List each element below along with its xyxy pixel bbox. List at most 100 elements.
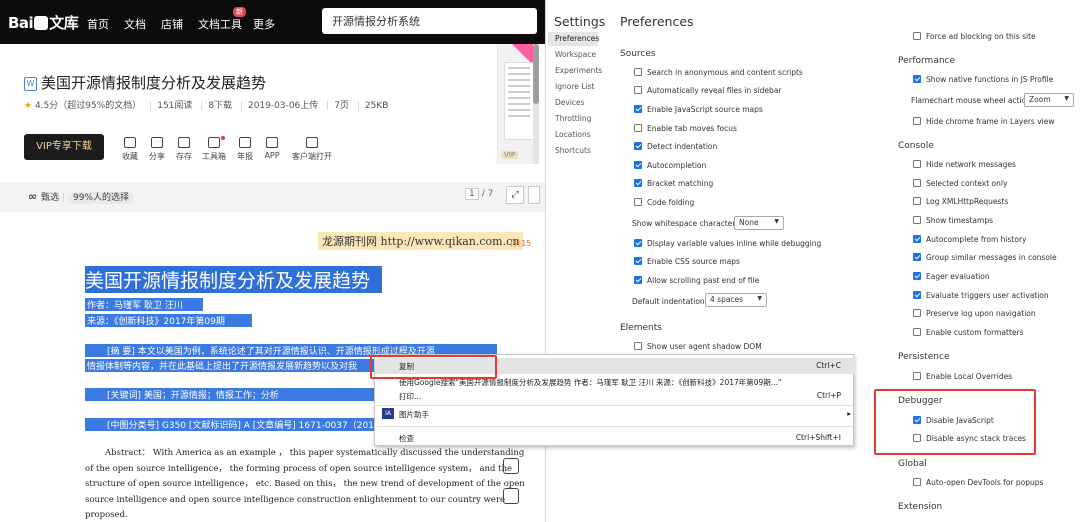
keywords: [关键词] 美国；开源情报；情报工作；分析 bbox=[85, 388, 375, 401]
checkbox-icon[interactable] bbox=[913, 328, 921, 336]
setting-checkbox[interactable]: Show timestamps bbox=[913, 215, 993, 227]
checkbox-icon[interactable] bbox=[913, 478, 921, 486]
app-button[interactable]: APP bbox=[252, 137, 292, 160]
checkbox-icon[interactable] bbox=[913, 197, 921, 205]
checkbox-icon[interactable] bbox=[913, 216, 921, 224]
setting-checkbox[interactable]: Enable JavaScript source maps bbox=[634, 104, 763, 116]
setting-checkbox[interactable]: Detect indentation bbox=[634, 141, 717, 153]
menu-item-inspect[interactable]: 检查 Ctrl+Shift+I bbox=[375, 430, 855, 446]
checkbox-icon[interactable] bbox=[634, 142, 642, 150]
report-icon bbox=[239, 137, 251, 148]
baidu-wenku-logo[interactable]: Bai 文库 bbox=[8, 12, 79, 33]
checkbox-icon[interactable] bbox=[913, 235, 921, 243]
side-panel-toggle[interactable] bbox=[528, 186, 540, 204]
settings-nav-preferences[interactable]: Preferences bbox=[548, 32, 599, 46]
checkbox-icon[interactable] bbox=[913, 75, 921, 83]
checkbox-icon[interactable] bbox=[913, 272, 921, 280]
checkbox-icon[interactable] bbox=[634, 179, 642, 187]
whitespace-select[interactable]: None ▼ bbox=[734, 216, 784, 230]
checkbox-icon[interactable] bbox=[634, 257, 642, 265]
setting-checkbox[interactable]: Group similar messages in console bbox=[913, 252, 1057, 264]
settings-nav-throttling[interactable]: Throttling bbox=[548, 112, 598, 126]
setting-checkbox[interactable]: Hide chrome frame in Layers view bbox=[913, 116, 1055, 128]
page-scrollbar[interactable] bbox=[533, 44, 539, 164]
whitespace-value: None bbox=[739, 218, 759, 227]
setting-checkbox[interactable]: Allow scrolling past end of file bbox=[634, 275, 759, 287]
setting-checkbox[interactable]: Show native functions in JS Profile bbox=[913, 74, 1053, 86]
settings-nav-workspace[interactable]: Workspace bbox=[548, 48, 598, 62]
menu-item-print[interactable]: 打印... Ctrl+P bbox=[375, 388, 855, 404]
setting-checkbox[interactable]: Hide network messages bbox=[913, 159, 1016, 171]
setting-checkbox[interactable]: Preserve log upon navigation bbox=[913, 308, 1036, 320]
debugger-highlight-box bbox=[874, 389, 1036, 455]
setting-checkbox[interactable]: Auto-open DevTools for popups bbox=[913, 477, 1043, 489]
setting-checkbox[interactable]: Selected context only bbox=[913, 178, 1007, 190]
setting-checkbox[interactable]: Search in anonymous and content scripts bbox=[634, 67, 803, 79]
settings-nav-ignore-list[interactable]: Ignore List bbox=[548, 80, 598, 94]
checkbox-icon[interactable] bbox=[913, 32, 921, 40]
setting-label: Auto-open DevTools for popups bbox=[926, 478, 1044, 487]
setting-checkbox[interactable]: Evaluate triggers user activation bbox=[913, 290, 1049, 302]
checkbox-icon[interactable] bbox=[913, 253, 921, 261]
open-client-button[interactable]: 客户端打开 bbox=[291, 137, 333, 162]
setting-checkbox[interactable]: Autocomplete from history bbox=[913, 234, 1026, 246]
setting-checkbox[interactable]: Automatically reveal files in sidebar bbox=[634, 85, 781, 97]
nav-item-more[interactable]: 更多 bbox=[253, 16, 275, 32]
settings-nav-locations[interactable]: Locations bbox=[548, 128, 598, 142]
search-input[interactable]: 开源情报分析系统 bbox=[322, 8, 537, 34]
comment-side-icon[interactable] bbox=[503, 488, 519, 504]
nav-item-home[interactable]: 首页 bbox=[87, 16, 109, 32]
setting-checkbox[interactable]: Enable Local Overrides bbox=[913, 371, 1012, 383]
setting-checkbox[interactable]: Enable tab moves focus bbox=[634, 123, 737, 135]
checkbox-icon[interactable] bbox=[913, 160, 921, 168]
nav-item-shop[interactable]: 店铺 bbox=[161, 16, 183, 32]
setting-checkbox[interactable]: Enable CSS source maps bbox=[634, 256, 740, 268]
settings-nav-devices[interactable]: Devices bbox=[548, 96, 598, 110]
setting-label: Enable custom formatters bbox=[926, 328, 1024, 337]
checkbox-icon[interactable] bbox=[634, 86, 642, 94]
setting-label: Eager evaluation bbox=[926, 272, 990, 281]
phone-icon bbox=[266, 137, 278, 148]
checkbox-icon[interactable] bbox=[634, 342, 642, 350]
setting-label: Allow scrolling past end of file bbox=[647, 276, 760, 285]
dropdown-arrow-icon: ▼ bbox=[774, 218, 779, 225]
setting-checkbox[interactable]: Code folding bbox=[634, 197, 694, 209]
checkbox-icon[interactable] bbox=[913, 291, 921, 299]
nav-item-doc-tools[interactable]: 文档工具 bbox=[198, 16, 242, 32]
settings-nav-shortcuts[interactable]: Shortcuts bbox=[548, 144, 598, 158]
indentation-select[interactable]: 4 spaces ▼ bbox=[705, 293, 767, 307]
vip-download-button[interactable]: VIP专享下载 bbox=[24, 134, 104, 160]
setting-checkbox[interactable]: Force ad blocking on this site bbox=[913, 31, 1036, 43]
checkbox-icon[interactable] bbox=[634, 239, 642, 247]
setting-label: Force ad blocking on this site bbox=[926, 32, 1036, 41]
checkbox-icon[interactable] bbox=[634, 124, 642, 132]
fullscreen-icon[interactable]: ⤢ bbox=[506, 186, 524, 204]
setting-checkbox[interactable]: Log XMLHttpRequests bbox=[913, 196, 1008, 208]
checkbox-icon[interactable] bbox=[634, 276, 642, 284]
share-icon bbox=[151, 137, 163, 148]
checkbox-icon[interactable] bbox=[634, 68, 642, 76]
setting-checkbox[interactable]: Enable custom formatters bbox=[913, 327, 1024, 339]
flamechart-select[interactable]: Zoom ▼ bbox=[1024, 93, 1074, 107]
phone-side-icon[interactable] bbox=[503, 458, 519, 474]
settings-nav-experiments[interactable]: Experiments bbox=[548, 64, 602, 78]
checkbox-icon[interactable] bbox=[913, 117, 921, 125]
checkbox-icon[interactable] bbox=[634, 198, 642, 206]
abstract-en-line: structure of open source intelligence， e… bbox=[85, 479, 525, 489]
document-thumbnail[interactable] bbox=[497, 44, 538, 164]
scrollbar-thumb[interactable] bbox=[533, 44, 539, 104]
current-page-input[interactable]: 1 bbox=[465, 188, 479, 200]
checkbox-icon[interactable] bbox=[634, 161, 642, 169]
checkbox-icon[interactable] bbox=[913, 372, 921, 380]
setting-checkbox[interactable]: Show user agent shadow DOM bbox=[634, 341, 762, 353]
setting-checkbox[interactable]: Display variable values inline while deb… bbox=[634, 238, 821, 250]
nav-item-docs[interactable]: 文档 bbox=[124, 16, 146, 32]
checkbox-icon[interactable] bbox=[913, 309, 921, 317]
setting-checkbox[interactable]: Bracket matching bbox=[634, 178, 713, 190]
setting-label: Evaluate triggers user activation bbox=[926, 291, 1049, 300]
checkbox-icon[interactable] bbox=[634, 105, 642, 113]
checkbox-icon[interactable] bbox=[913, 179, 921, 187]
setting-checkbox[interactable]: Autocompletion bbox=[634, 160, 706, 172]
setting-checkbox[interactable]: Eager evaluation bbox=[913, 271, 990, 283]
menu-item-image-helper[interactable]: IA 图片助手 ▸ bbox=[375, 406, 855, 422]
